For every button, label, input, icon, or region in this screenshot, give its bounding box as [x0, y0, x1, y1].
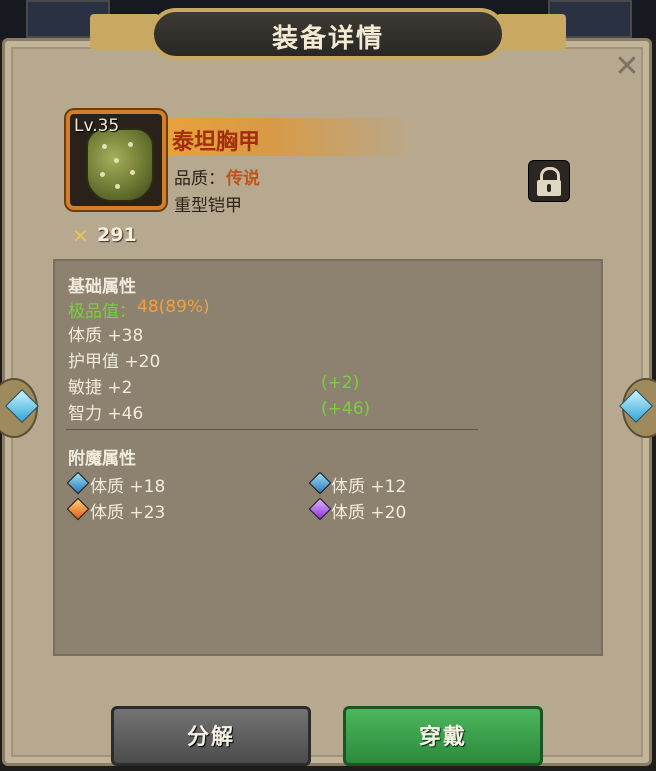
item-type: 重型铠甲 [174, 196, 242, 216]
quality-label: 品质： [174, 169, 225, 189]
close-icon[interactable]: ✕ [612, 52, 642, 82]
base-attribute-row: 体质 +38 [68, 326, 144, 346]
perfect-value: 48(89%) [137, 297, 210, 317]
base-attribute-row: 智力 +46 [68, 404, 144, 424]
power-icon: ✕ [72, 224, 89, 248]
chest-armor-icon [86, 128, 154, 202]
base-attributes-header: 基础属性 [68, 277, 136, 297]
item-level: Lv.35 [74, 116, 120, 136]
power-value: 291 [97, 224, 137, 246]
equip-button[interactable]: 穿戴 [343, 706, 543, 766]
attributes-divider [66, 429, 478, 430]
base-attribute-bonus: (+46) [321, 399, 371, 419]
enchant-attribute: 体质 +12 [331, 477, 407, 497]
dismantle-button[interactable]: 分解 [111, 706, 311, 766]
item-name: 泰坦胸甲 [172, 130, 261, 155]
base-attribute-row: 护甲值 +20 [68, 352, 161, 372]
left-ornament-icon [0, 372, 56, 442]
enchant-attribute: 体质 +23 [90, 503, 166, 523]
dialog-title: 装备详情 [271, 24, 384, 54]
lock-icon[interactable] [528, 160, 570, 202]
right-ornament-icon [600, 372, 656, 442]
enchant-attribute: 体质 +20 [331, 503, 407, 523]
title-banner: 装备详情 [90, 0, 566, 66]
enchant-attributes-header: 附魔属性 [68, 449, 136, 469]
base-attribute-row: 敏捷 +2 [68, 378, 133, 398]
base-attribute-bonus: (+2) [321, 373, 360, 393]
enchant-attribute: 体质 +18 [90, 477, 166, 497]
quality-value: 传说 [226, 169, 260, 189]
perfect-label: 极品值： [68, 302, 136, 322]
